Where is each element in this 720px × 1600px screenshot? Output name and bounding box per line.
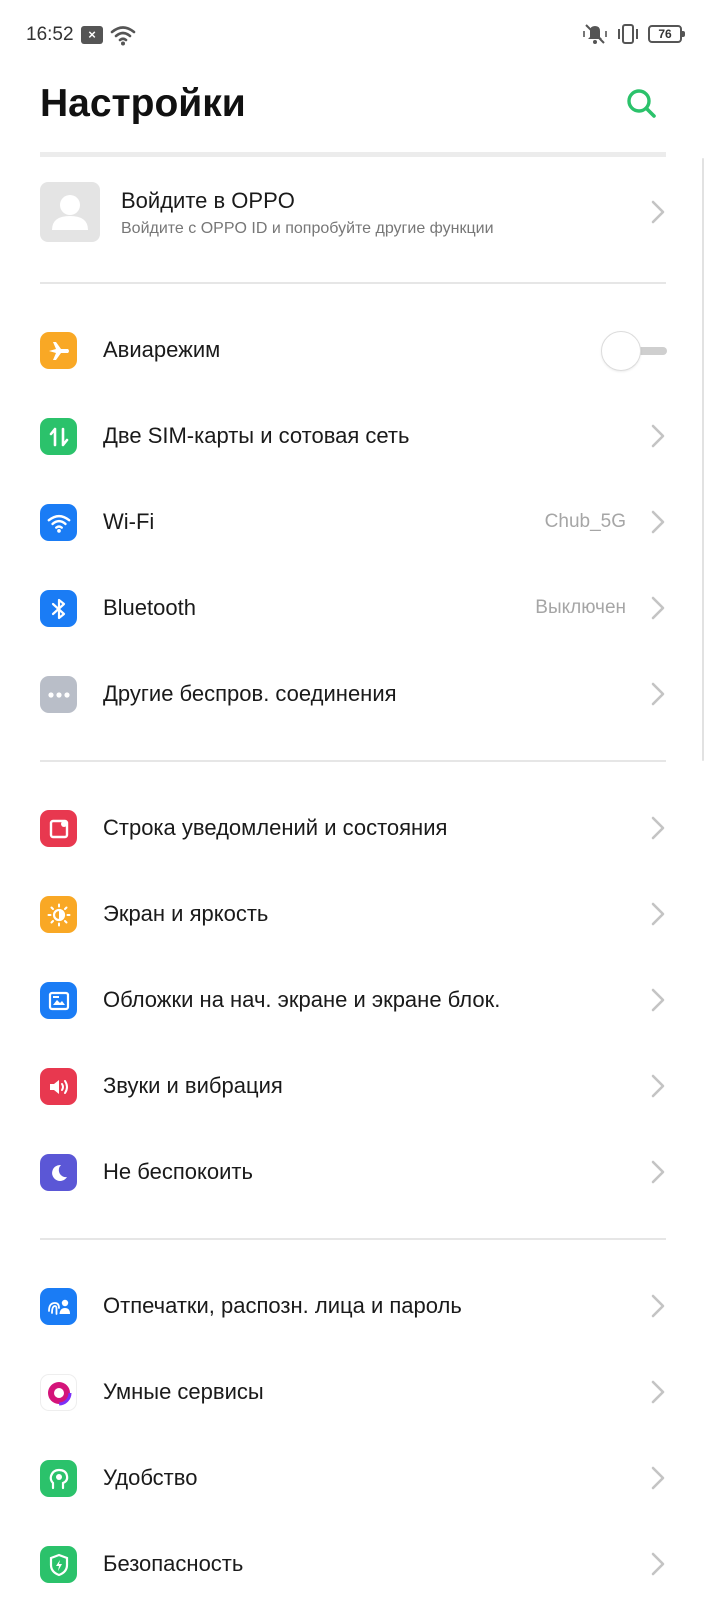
- wifi-network-value: Chub_5G: [544, 511, 626, 532]
- settings-item-label: Wi-Fi: [103, 509, 155, 534]
- chevron-right-icon: [651, 1074, 665, 1098]
- settings-item-smart-services[interactable]: Умные сервисы: [0, 1349, 720, 1435]
- settings-item-label: Другие беспров. соединения: [103, 681, 397, 706]
- settings-item-label: Авиарежим: [103, 337, 221, 362]
- person-icon: [52, 195, 88, 230]
- chevron-right-icon: [651, 1160, 665, 1184]
- chevron-right-icon: [651, 424, 665, 448]
- search-icon: [627, 89, 656, 118]
- settings-item-security[interactable]: Безопасность: [0, 1521, 720, 1600]
- settings-item-label: Звуки и вибрация: [103, 1073, 283, 1098]
- chevron-right-icon: [651, 596, 665, 620]
- settings-item-wifi[interactable]: Wi-Fi Chub_5G: [0, 479, 720, 565]
- more-connections-icon: [40, 676, 77, 713]
- chevron-right-icon: [651, 988, 665, 1012]
- settings-item-other-wireless[interactable]: Другие беспров. соединения: [0, 651, 720, 737]
- chevron-right-icon: [651, 200, 665, 224]
- wifi-status-icon: [110, 26, 136, 46]
- status-bar: 16:52 × 76: [0, 0, 720, 70]
- settings-item-label: Строка уведомлений и состояния: [103, 815, 448, 840]
- settings-item-label: Bluetooth: [103, 595, 196, 620]
- bluetooth-icon: [40, 590, 77, 627]
- vibrate-icon: [618, 24, 638, 44]
- header-divider: [40, 152, 666, 157]
- chevron-right-icon: [651, 902, 665, 926]
- airplane-mode-toggle[interactable]: [601, 331, 667, 371]
- section-divider: [40, 282, 666, 284]
- settings-item-convenience[interactable]: Удобство: [0, 1435, 720, 1521]
- section-divider: [40, 1238, 666, 1240]
- battery-indicator: 76: [648, 25, 685, 43]
- security-icon: [40, 1546, 77, 1583]
- account-sign-in-row[interactable]: Войдите в OPPO Войдите с OPPO ID и попро…: [40, 182, 666, 242]
- section-divider: [40, 760, 666, 762]
- settings-item-sound-vibration[interactable]: Звуки и вибрация: [0, 1043, 720, 1129]
- chevron-right-icon: [651, 1466, 665, 1490]
- fingerprint-face-icon: [40, 1288, 77, 1325]
- settings-item-label: Отпечатки, распозн. лица и пароль: [103, 1293, 462, 1318]
- settings-item-label: Две SIM-карты и сотовая сеть: [103, 423, 410, 448]
- moon-icon: [40, 1154, 77, 1191]
- settings-item-label: Удобство: [103, 1465, 198, 1490]
- notification-bar-icon: [40, 810, 77, 847]
- search-button[interactable]: [624, 86, 660, 122]
- sound-icon: [40, 1068, 77, 1105]
- chevron-right-icon: [651, 1552, 665, 1576]
- settings-item-wallpapers[interactable]: Обложки на нач. экране и экране блок.: [0, 957, 720, 1043]
- chevron-right-icon: [651, 1380, 665, 1404]
- account-subtitle: Войдите с OPPO ID и попробуйте другие фу…: [121, 220, 494, 237]
- settings-item-bluetooth[interactable]: Bluetooth Выключен: [0, 565, 720, 651]
- settings-item-label: Экран и яркость: [103, 901, 269, 926]
- settings-item-sim-network[interactable]: Две SIM-карты и сотовая сеть: [0, 393, 720, 479]
- wifi-icon: [40, 504, 77, 541]
- settings-item-label: Обложки на нач. экране и экране блок.: [103, 987, 501, 1012]
- chevron-right-icon: [651, 1294, 665, 1318]
- page-title: Настройки: [40, 82, 246, 125]
- wallpaper-icon: [40, 982, 77, 1019]
- smart-services-icon: [40, 1374, 77, 1411]
- settings-item-label: Не беспокоить: [103, 1159, 253, 1184]
- settings-item-do-not-disturb[interactable]: Не беспокоить: [0, 1129, 720, 1215]
- settings-item-label: Умные сервисы: [103, 1379, 264, 1404]
- status-time: 16:52: [26, 24, 74, 45]
- bluetooth-status-value: Выключен: [535, 597, 626, 618]
- mute-vibrate-icon: [583, 24, 607, 44]
- account-title: Войдите в OPPO: [121, 188, 295, 213]
- brightness-icon: [40, 896, 77, 933]
- settings-item-notification-bar[interactable]: Строка уведомлений и состояния: [0, 785, 720, 871]
- settings-item-fingerprint-face[interactable]: Отпечатки, распозн. лица и пароль: [0, 1263, 720, 1349]
- chevron-right-icon: [651, 816, 665, 840]
- sim-network-icon: [40, 418, 77, 455]
- chevron-right-icon: [651, 510, 665, 534]
- settings-item-airplane-mode[interactable]: Авиарежим: [0, 307, 720, 393]
- settings-item-label: Безопасность: [103, 1551, 244, 1576]
- convenience-icon: [40, 1460, 77, 1497]
- airplane-icon: [40, 332, 77, 369]
- notification-icon: ×: [81, 26, 103, 44]
- settings-item-display-brightness[interactable]: Экран и яркость: [0, 871, 720, 957]
- avatar: [40, 182, 100, 242]
- chevron-right-icon: [651, 682, 665, 706]
